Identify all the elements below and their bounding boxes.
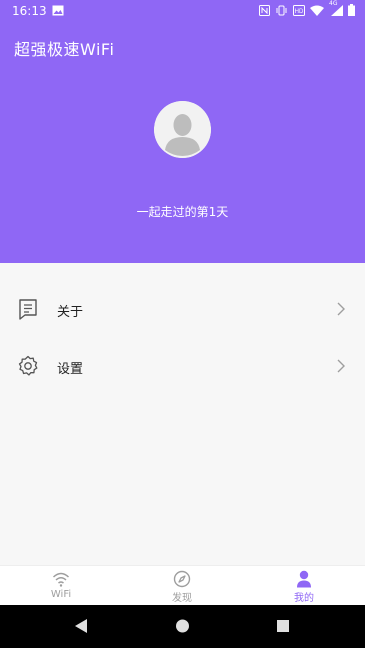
tab-label: 发现 [172,593,192,604]
default-avatar-icon [154,101,211,158]
tab-label: WiFi [50,589,72,600]
tab-discover[interactable]: 发现 [121,566,243,606]
menu-item-about[interactable]: 关于 [0,285,365,335]
menu-item-label: 关于 [57,305,84,320]
signal-indicator: 4G [329,0,343,16]
person-icon [297,570,311,588]
nfc-icon [259,4,270,16]
image-icon [52,5,64,16]
tab-label: 我的 [294,593,314,604]
document-icon [19,299,37,320]
status-time: 16:13 [12,4,47,18]
tab-wifi[interactable]: WiFi [0,566,122,606]
settings-menu: 关于 设置 [0,263,365,565]
days-together-text: 一起走过的第1天 [136,205,229,219]
vibrate-icon [276,5,287,15]
battery-icon [348,4,355,16]
home-button[interactable] [175,618,190,634]
menu-item-settings[interactable]: 设置 [0,342,365,392]
system-navigation-bar [0,605,365,648]
hd-icon: HD [293,4,305,16]
app-title: 超强极速WiFi [14,40,115,59]
status-icons: HD 4G [259,0,355,16]
avatar[interactable] [154,101,211,158]
svg-text:HD: HD [295,9,304,15]
status-bar: 16:13 HD 4G [0,0,365,24]
compass-icon [173,570,191,588]
signal-icon [331,5,343,16]
back-button[interactable] [73,618,89,634]
tab-mine[interactable]: 我的 [243,566,365,606]
wifi-icon [52,572,70,587]
chevron-right-icon [337,359,345,373]
chevron-right-icon [337,302,345,316]
profile-header: 16:13 HD 4G 超强极速WiFi 一起走过的第1天 [0,0,365,263]
recents-button[interactable] [276,618,290,634]
wifi-icon [310,5,324,16]
bottom-tab-bar: WiFi 发现 我的 [0,565,365,606]
menu-item-label: 设置 [57,362,84,377]
gear-icon [18,355,38,376]
